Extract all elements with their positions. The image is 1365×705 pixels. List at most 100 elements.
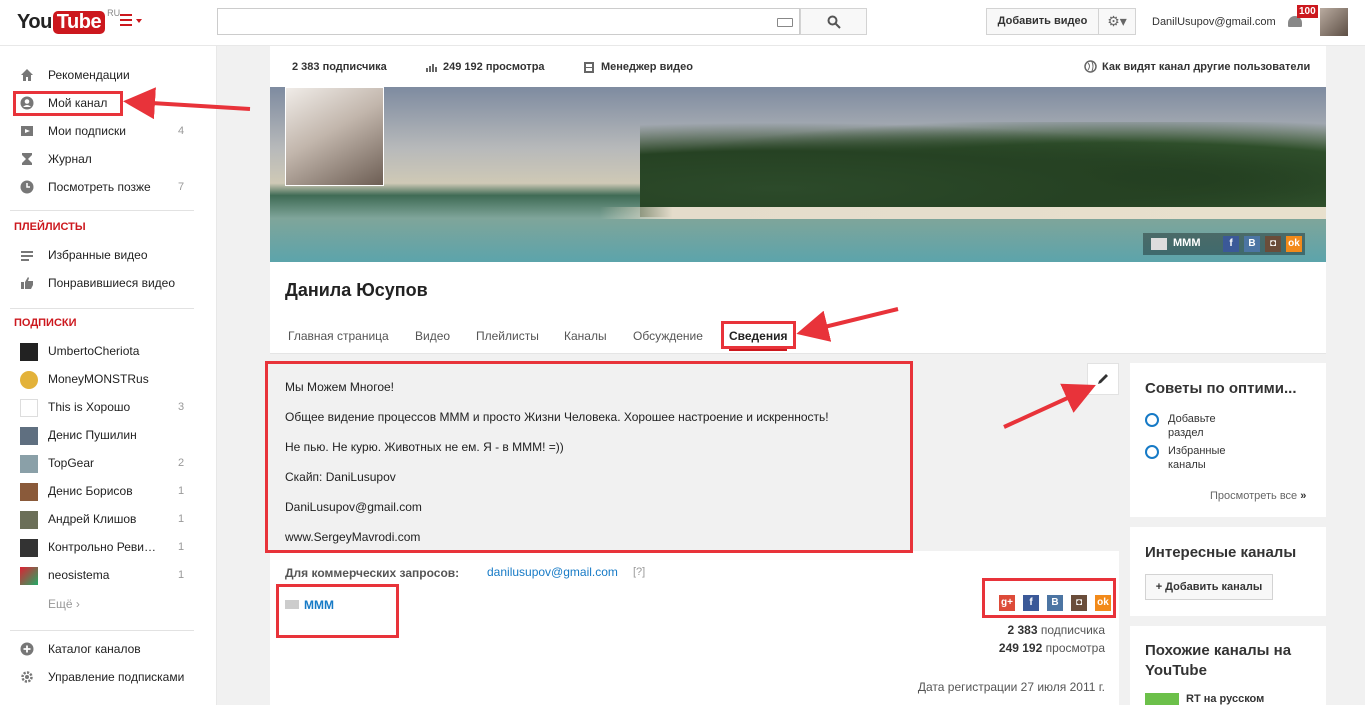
channel-stats-bar: 2 383 подписчика 249 192 просмотра Менед… [270,46,1326,88]
youtube-logo[interactable]: You Tube RU [17,8,120,36]
sidebar-item-favorites[interactable]: Избранные видео [0,241,216,269]
tip-add-section[interactable]: Добавьте раздел [1168,412,1238,440]
list-icon [21,251,33,261]
tab-playlists[interactable]: Плейлисты [476,329,539,343]
banner-beach [600,207,1326,219]
thumbs-up-icon [21,277,33,289]
subscription-item[interactable]: TopGear 2 [0,449,216,477]
playlists-heading[interactable]: ПЛЕЙЛИСТЫ [14,221,86,233]
subscription-item[interactable]: Контрольно Реви… 1 [0,533,216,561]
show-more-link[interactable]: Ещё › [48,597,80,611]
channel-avatar [20,483,38,501]
plus-circle-icon [20,642,34,656]
banner-trees [640,122,1326,217]
business-inquiries-label: Для коммерческих запросов: [285,566,460,580]
channel-avatar [20,511,38,529]
tips-title: Советы по оптими... [1145,380,1297,397]
sidebar-item-my-subscriptions[interactable]: Мои подписки 4 [0,117,216,145]
subscription-item[interactable]: Денис Борисов 1 [0,477,216,505]
subscribers-stat[interactable]: 2 383 подписчика [292,61,387,73]
settings-menu-button[interactable]: ⚙▾ [1099,8,1136,35]
subscriptions-icon [21,126,33,136]
annotation-box-social [982,578,1116,618]
gear-icon [21,671,33,683]
subscription-item[interactable]: MoneyMONSTRus [0,365,216,393]
join-date: Дата регистрации 27 июля 2011 г. [917,680,1105,694]
home-icon [21,69,33,81]
subscription-item[interactable]: neosistema 1 [0,561,216,589]
sidebar-item-channel-catalog[interactable]: Каталог каналов [0,635,216,663]
edit-description-button[interactable] [1087,363,1119,395]
subscription-item[interactable]: Денис Пушилин [0,421,216,449]
bar-chart-icon [426,64,437,72]
sidebar-divider [10,630,194,631]
banner-link-mmm[interactable]: МММ [1173,237,1201,249]
upload-button[interactable]: Добавить видео [986,8,1099,35]
search-button[interactable] [800,8,867,35]
tip-circle-icon [1145,445,1159,459]
search-icon [827,15,841,29]
annotation-box-description [265,361,913,553]
top-header: You Tube RU Добавить видео ⚙▾ DanilUsupo… [0,0,1365,46]
channel-thumbnail[interactable] [1145,693,1179,705]
gear-icon: ⚙▾ [1107,13,1127,29]
view-all-tips-link[interactable]: Просмотреть все » [1210,490,1306,502]
featured-channels-title: Интересные каналы [1145,544,1297,561]
subscription-item[interactable]: UmbertoCheriota [0,337,216,365]
avatar[interactable] [1320,8,1348,36]
annotation-box-links [276,584,399,638]
about-views: 249 192 просмотра [998,641,1105,655]
subscription-item[interactable]: Андрей Клишов 1 [0,505,216,533]
sidebar-item-liked[interactable]: Понравившиеся видео [0,269,216,297]
guide-menu-button[interactable] [120,14,146,32]
sidebar-item-manage-subscriptions[interactable]: Управление подписками [0,663,216,691]
instagram-icon[interactable]: ◘ [1265,236,1281,252]
sidebar-item-recommendations[interactable]: Рекомендации [0,61,216,89]
related-channels-title: Похожие каналы на [1145,642,1292,659]
view-as-link[interactable]: Как видят канал другие пользователи [1102,61,1310,73]
related-channel-link[interactable]: RT на русском [1186,693,1264,705]
channel-avatar [20,343,38,361]
subscription-item[interactable]: This is Хорошо 3 [0,393,216,421]
keyboard-icon[interactable] [777,18,793,27]
tab-videos[interactable]: Видео [415,329,450,343]
search-input[interactable] [217,8,800,35]
globe-icon [1084,60,1097,73]
sidebar-divider [10,308,194,309]
channel-avatar [20,455,38,473]
channel-search-icon[interactable] [817,328,829,340]
help-link[interactable]: [?] [633,566,645,578]
channel-header: Данила Юсупов Главная страница Видео Пле… [270,262,1326,354]
tab-discussion[interactable]: Обсуждение [633,329,703,343]
banner-links: МММ f B ◘ ok [1143,233,1305,255]
sidebar-item-history[interactable]: Журнал [0,145,216,173]
clock-icon [20,180,34,194]
account-email[interactable]: DanilUsupov@gmail.com [1152,16,1276,28]
add-channels-button[interactable]: + Добавить каналы [1145,574,1273,600]
related-channels-card: Похожие каналы на YouTube RT на русском [1130,626,1326,705]
tab-channels[interactable]: Каналы [564,329,607,343]
annotation-box-my-channel [13,91,123,116]
tip-featured-channels[interactable]: Избранные каналы [1168,444,1238,472]
optimization-tips-card: Советы по оптими... Добавьте раздел Избр… [1130,363,1326,517]
history-icon [22,153,32,165]
facebook-icon[interactable]: f [1223,236,1239,252]
featured-channels-card: Интересные каналы + Добавить каналы [1130,527,1326,616]
film-icon [584,62,594,73]
channel-avatar[interactable] [285,87,384,186]
odnoklassniki-icon[interactable]: ok [1286,236,1302,252]
notifications-badge: 100 [1297,5,1318,18]
views-stat[interactable]: 249 192 просмотра [443,61,545,73]
video-manager-link[interactable]: Менеджер видео [601,61,693,73]
related-channels-title-line2: YouTube [1145,662,1207,679]
subscriptions-heading[interactable]: ПОДПИСКИ [14,317,77,329]
business-email-link[interactable]: danilusupov@gmail.com [487,565,618,579]
vk-icon[interactable]: B [1244,236,1260,252]
notifications-button[interactable]: 100 [1287,5,1318,30]
pencil-icon [1098,374,1108,384]
annotation-box-about-tab [721,321,796,349]
channel-avatar [20,427,38,445]
sidebar-item-watch-later[interactable]: Посмотреть позже 7 [0,173,216,201]
tab-home[interactable]: Главная страница [288,329,389,343]
site-favicon-icon [1151,238,1167,250]
